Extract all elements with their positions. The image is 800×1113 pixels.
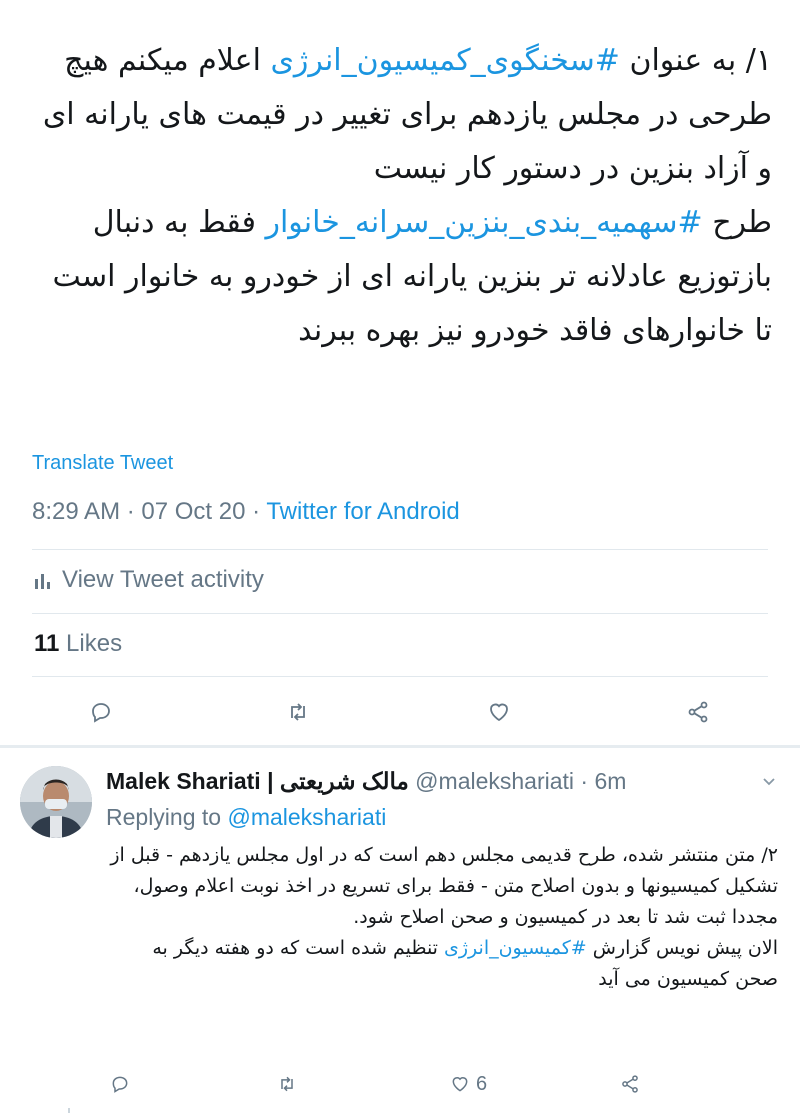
retweet-icon	[291, 703, 305, 721]
reply-text: ۲/ متن منتشر شده، طرح قدیمی مجلس دهم است…	[106, 840, 778, 995]
replying-to: Replying to @malekshariati	[106, 804, 387, 830]
reply-icon	[112, 1076, 128, 1093]
like-button[interactable]	[484, 697, 514, 727]
reply-action-bar: 6	[0, 1072, 800, 1098]
reply-header: Malek Shariati | مالک شریعتی @malekshari…	[106, 768, 626, 795]
likes-count: 11	[34, 630, 60, 657]
bar-chart-icon	[35, 574, 50, 589]
tweet-paragraph-1: ۱/ به عنوان #سخنگوی_کمیسیون_انرژی اعلام …	[42, 43, 772, 186]
divider	[32, 549, 768, 550]
tweet-source-link[interactable]: Twitter for Android	[266, 498, 459, 525]
share-icon	[688, 701, 708, 723]
tweet-meta: 8:29 AM · 07 Oct 20 · Twitter for Androi…	[32, 498, 460, 526]
retweet-button[interactable]	[283, 697, 313, 727]
tweet-timestamp: 8:29 AM · 07 Oct 20 ·	[32, 498, 267, 525]
hashtag-link[interactable]: #کمیسیون_انرژی	[444, 937, 587, 959]
avatar[interactable]	[20, 766, 92, 838]
avatar-image	[20, 766, 92, 838]
share-icon	[622, 1075, 638, 1093]
author-name[interactable]: Malek Shariati | مالک شریعتی	[106, 768, 409, 794]
heart-icon	[452, 1077, 468, 1092]
tweet-action-bar	[0, 697, 800, 727]
like-count: 6	[476, 1072, 488, 1095]
reply-icon	[92, 703, 110, 723]
reply-tweet: Malek Shariati | مالک شریعتی @malekshari…	[0, 748, 800, 1113]
author-handle-time: @malekshariati · 6m	[408, 768, 627, 794]
divider	[32, 613, 768, 614]
hashtag-link[interactable]: #سهمیه_بندی_بنزین_سرانه_خانوار	[265, 205, 702, 240]
likes-label: Likes	[59, 630, 123, 657]
divider	[32, 676, 768, 677]
retweet-button[interactable]	[277, 1072, 297, 1096]
thread-line	[68, 1108, 70, 1113]
retweet-icon	[281, 1076, 293, 1092]
view-tweet-activity-button[interactable]: View Tweet activity	[34, 566, 264, 594]
like-button[interactable]: 6	[450, 1072, 487, 1096]
share-button[interactable]	[620, 1072, 640, 1096]
reply-paragraph-2: الان پیش نویس گزارش #کمیسیون_انرژی تنظیم…	[152, 937, 778, 990]
share-button[interactable]	[683, 697, 713, 727]
reply-button[interactable]	[110, 1072, 130, 1096]
replying-to-handle-link[interactable]: @malekshariati	[227, 804, 386, 830]
activity-label: View Tweet activity	[62, 566, 264, 593]
tweet-paragraph-2: طرح #سهمیه_بندی_بنزین_سرانه_خانوار فقط ب…	[52, 205, 772, 348]
tweet-text: ۱/ به عنوان #سخنگوی_کمیسیون_انرژی اعلام …	[30, 34, 772, 358]
likes-count-link[interactable]: 11 Likes	[34, 630, 122, 658]
translate-tweet-link[interactable]: Translate Tweet	[32, 452, 173, 475]
chevron-down-icon[interactable]	[760, 772, 778, 790]
reply-paragraph-1: ۲/ متن منتشر شده، طرح قدیمی مجلس دهم است…	[110, 844, 778, 928]
main-tweet: ۱/ به عنوان #سخنگوی_کمیسیون_انرژی اعلام …	[0, 0, 800, 745]
heart-icon	[490, 703, 508, 722]
reply-button[interactable]	[86, 697, 116, 727]
hashtag-link[interactable]: #سخنگوی_کمیسیون_انرژی	[270, 43, 619, 78]
